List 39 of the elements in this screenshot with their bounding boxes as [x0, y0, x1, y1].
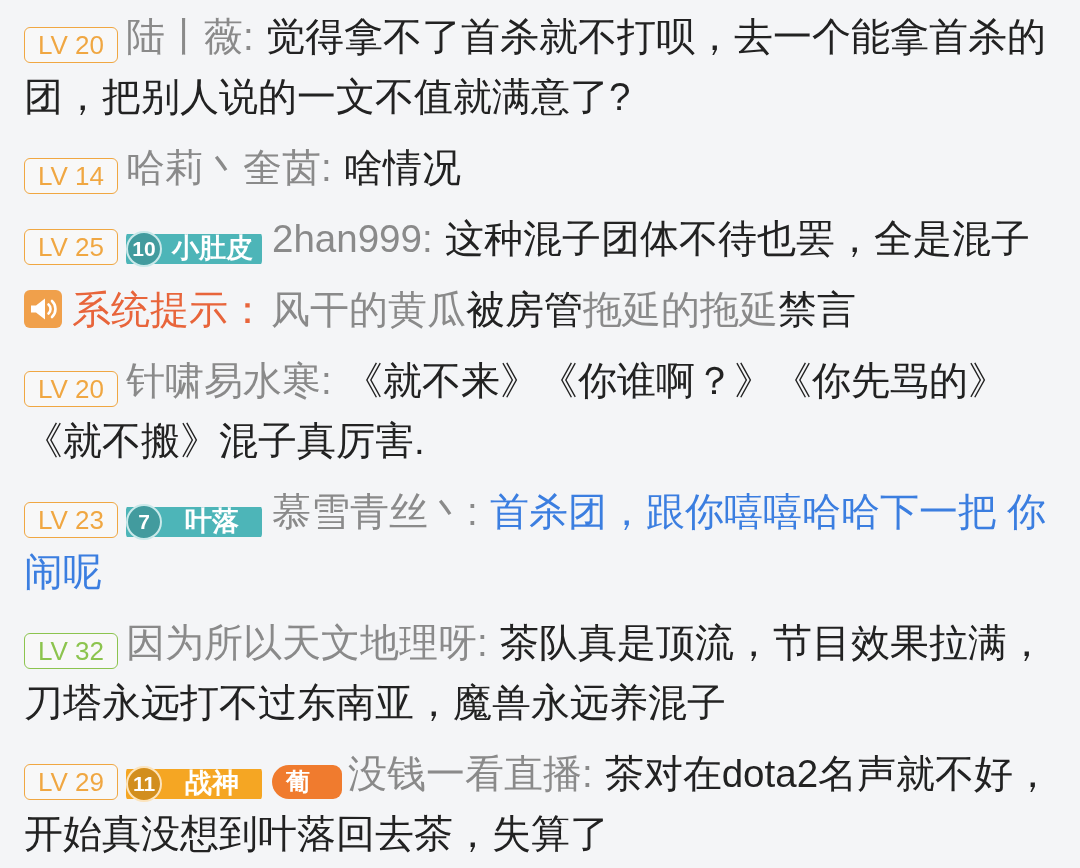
medal-name: 叶落: [184, 508, 240, 535]
message-text: 刀塔永远打不过东南亚，魔兽永远养混子: [24, 681, 726, 724]
level-badge: LV 32: [24, 633, 118, 669]
medal-level: 10: [126, 230, 162, 267]
message-text: 《就不来》《你谁啊？》《你先骂的》: [343, 359, 1007, 402]
level-badge: LV 25: [24, 229, 118, 265]
user-name: 风干的黄瓜: [271, 288, 466, 331]
message-text: 觉得拿不了首杀就不打呗，去一个能拿首杀的: [265, 15, 1046, 58]
message-text: 《就不搬》混子真厉害.: [24, 419, 425, 462]
user-name: 针啸易水寒:: [126, 359, 332, 402]
user-name: 慕雪青丝丶:: [272, 490, 478, 533]
message-text: 开始真没想到叶落回去茶，失算了: [24, 812, 609, 855]
medal-name: 战神: [184, 770, 240, 797]
medal-level: 11: [126, 765, 162, 802]
user-name: 哈莉丶奎茵:: [126, 146, 332, 189]
system-text: 被房管: [466, 288, 583, 331]
level-badge: LV 20: [24, 371, 118, 407]
fan-tag: 葡: [272, 765, 342, 799]
speaker-icon: [24, 290, 62, 328]
message-text: 团，把别人说的一文不值就满意了?: [24, 75, 631, 118]
message-text: 闹呢: [24, 550, 102, 593]
level-badge: LV 23: [24, 502, 118, 538]
message-text: 首杀团，跟你嘻嘻哈哈下一把 你: [489, 490, 1047, 533]
user-name: 拖延的拖延: [583, 288, 778, 331]
user-name: 没钱一看直播:: [348, 752, 593, 795]
level-badge: LV 14: [24, 158, 118, 194]
message-text: 茶对在dota2名声就不好，: [604, 752, 1053, 795]
system-label: 系统提示：: [72, 288, 267, 331]
message-text: 这种混子团体不待也罢，全是混子: [444, 217, 1030, 260]
medal-name: 小肚皮: [170, 235, 254, 262]
medal-level: 7: [126, 503, 162, 540]
system-text: 禁言: [778, 288, 856, 331]
user-name: 因为所以天文地理呀:: [126, 621, 488, 664]
message-text: 啥情况: [343, 146, 461, 189]
level-badge: LV 20: [24, 27, 118, 63]
message-text: 茶队真是顶流，节目效果拉满，: [499, 621, 1046, 664]
user-name: 陆丨薇:: [126, 15, 254, 58]
user-name: 2han999:: [272, 217, 433, 260]
level-badge: LV 29: [24, 764, 118, 800]
